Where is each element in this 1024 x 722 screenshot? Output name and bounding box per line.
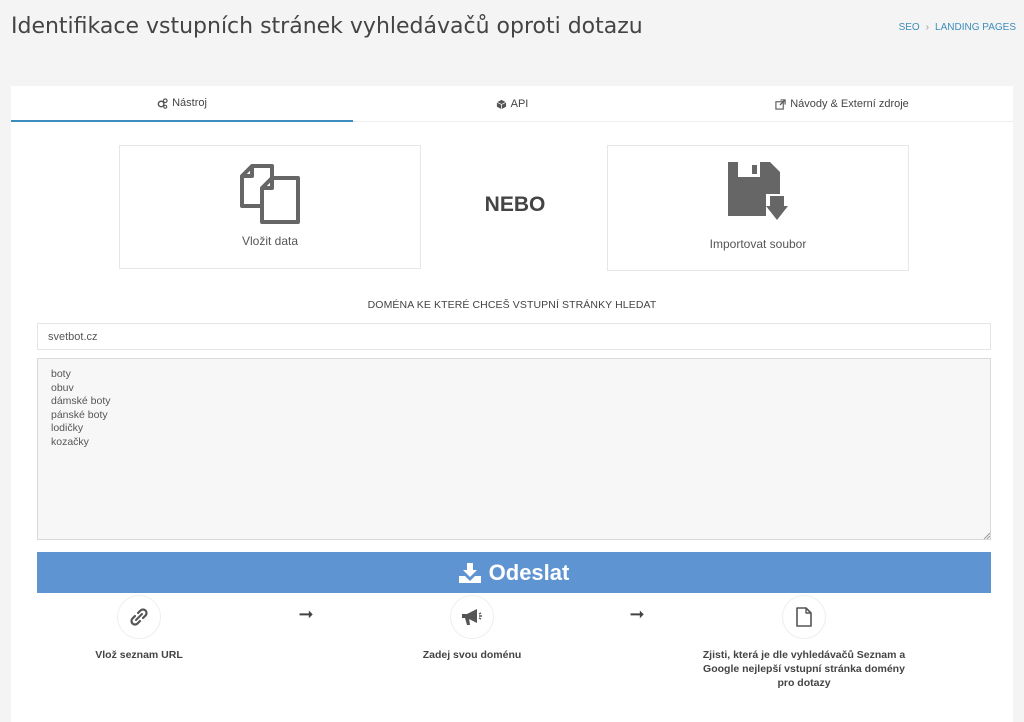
arrow-right-icon: ➞: [298, 604, 314, 624]
domain-input[interactable]: [37, 323, 991, 350]
resize-handle-icon[interactable]: [982, 531, 990, 539]
step-1-text: Vlož seznam URL: [95, 649, 183, 661]
breadcrumb-item-seo[interactable]: SEO: [899, 22, 920, 33]
import-file-label: Importovat soubor: [709, 237, 807, 251]
cube-icon: [496, 99, 506, 109]
link-icon: [130, 608, 148, 626]
tab-bar: Nástroj API Návody & Externí zdroje: [11, 86, 1013, 122]
tool-card: Nástroj API Návody & Externí zdroje Vlož…: [11, 86, 1013, 722]
arrow-right-icon: ➞: [629, 604, 645, 624]
chevron-right-icon: ›: [925, 22, 930, 33]
step-2-text: Zadej svou doménu: [422, 649, 522, 661]
tab-label: Nástroj: [172, 97, 207, 109]
bullhorn-icon: [462, 609, 482, 625]
tab-nastroj[interactable]: Nástroj: [11, 86, 353, 122]
page-header: Identifikace vstupních stránek vyhledáva…: [0, 0, 1024, 62]
external-link-icon: [775, 98, 786, 110]
step-3-text: Zjisti, která je dle vyhledávačů Seznam …: [702, 649, 906, 689]
step-3-circle: [782, 595, 826, 639]
paste-data-label: Vložit data: [241, 234, 299, 248]
page-title: Identifikace vstupních stránek vyhledáva…: [11, 14, 643, 39]
copy-icon: [240, 164, 300, 224]
paste-data-option[interactable]: Vložit data: [119, 145, 421, 269]
tab-api[interactable]: API: [353, 86, 671, 122]
step-1-circle: [117, 595, 161, 639]
floppy-download-icon: [728, 162, 788, 220]
submit-label: Odeslat: [488, 559, 570, 585]
tab-label: API: [510, 98, 529, 110]
keywords-textarea[interactable]: boty obuv dámské boty pánské boty lodičk…: [37, 358, 991, 540]
domain-label: DOMÉNA KE KTERÉ CHCEŠ VSTUPNÍ STRÁNKY HL…: [367, 299, 657, 311]
tab-label: Návody & Externí zdroje: [790, 98, 909, 110]
submit-button[interactable]: Odeslat: [37, 552, 991, 593]
breadcrumb-item-landing-pages[interactable]: LANDING PAGES: [935, 22, 1016, 33]
tab-navody[interactable]: Návody & Externí zdroje: [671, 86, 1013, 122]
step-2-circle: [450, 595, 494, 639]
gears-icon: [157, 97, 168, 109]
download-icon: [458, 562, 481, 583]
breadcrumb: SEO › LANDING PAGES: [899, 22, 1016, 33]
file-icon: [796, 607, 812, 627]
or-separator: NEBO: [484, 193, 546, 216]
import-file-option[interactable]: Importovat soubor: [607, 145, 909, 271]
